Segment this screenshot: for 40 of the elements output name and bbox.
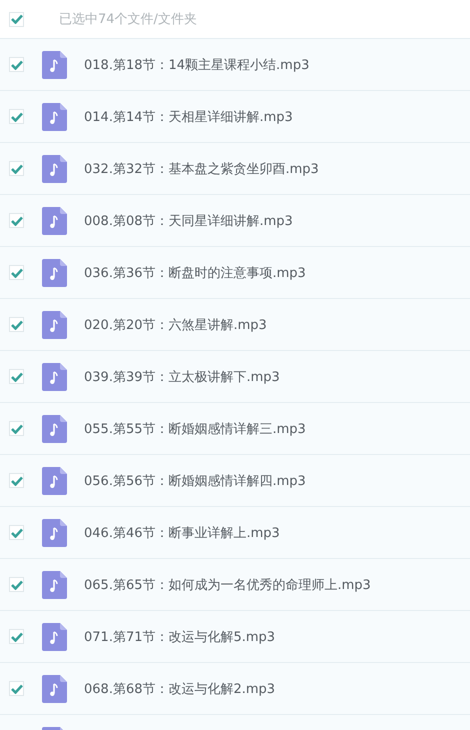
checkbox[interactable]: [9, 161, 24, 176]
checkbox[interactable]: [9, 265, 24, 280]
checkbox[interactable]: [9, 57, 24, 72]
file-name[interactable]: 020.第20节：六煞星讲解.mp3: [84, 316, 267, 334]
music-file-icon: [42, 362, 67, 390]
checkbox[interactable]: [9, 577, 24, 592]
music-file-icon: [42, 154, 67, 182]
file-name[interactable]: 056.第56节：断婚姻感情详解四.mp3: [84, 472, 306, 490]
checkbox[interactable]: [9, 213, 24, 228]
file-name[interactable]: 036.第36节：断盘时的注意事项.mp3: [84, 264, 306, 282]
file-name[interactable]: 014.第14节：天相星详细讲解.mp3: [84, 108, 293, 126]
music-file-icon: [42, 50, 67, 78]
file-name[interactable]: 008.第08节：天同星详细讲解.mp3: [84, 212, 293, 230]
checkbox[interactable]: [9, 317, 24, 332]
file-name[interactable]: 071.第71节：改运与化解5.mp3: [84, 628, 276, 646]
checkbox[interactable]: [9, 473, 24, 488]
music-file-icon: [42, 310, 67, 338]
selection-count: 已选中74个文件/文件夹: [59, 11, 197, 28]
checkbox[interactable]: [9, 421, 24, 436]
music-file-icon: [42, 674, 67, 702]
checkbox[interactable]: [9, 525, 24, 540]
music-file-icon: [42, 206, 67, 234]
file-name[interactable]: 055.第55节：断婚姻感情详解三.mp3: [84, 420, 306, 438]
checkbox[interactable]: [9, 109, 24, 124]
music-file-icon: [42, 466, 67, 494]
checkbox[interactable]: [9, 369, 24, 384]
checkbox[interactable]: [9, 12, 24, 26]
music-file-icon: [42, 622, 67, 650]
music-file-icon: [42, 570, 67, 598]
music-file-icon: [42, 258, 67, 286]
file-name[interactable]: 032.第32节：基本盘之紫贪坐卯酉.mp3: [84, 160, 319, 178]
checkbox[interactable]: [9, 681, 24, 696]
music-file-icon: [42, 414, 67, 442]
music-file-icon: [42, 518, 67, 546]
file-name[interactable]: 046.第46节：断事业详解上.mp3: [84, 524, 280, 542]
checkbox[interactable]: [9, 629, 24, 644]
file-name[interactable]: 039.第39节：立太极讲解下.mp3: [84, 368, 280, 386]
music-file-icon: [42, 102, 67, 130]
file-name[interactable]: 068.第68节：改运与化解2.mp3: [84, 680, 276, 698]
file-name[interactable]: 018.第18节：14颗主星课程小结.mp3: [84, 56, 310, 74]
